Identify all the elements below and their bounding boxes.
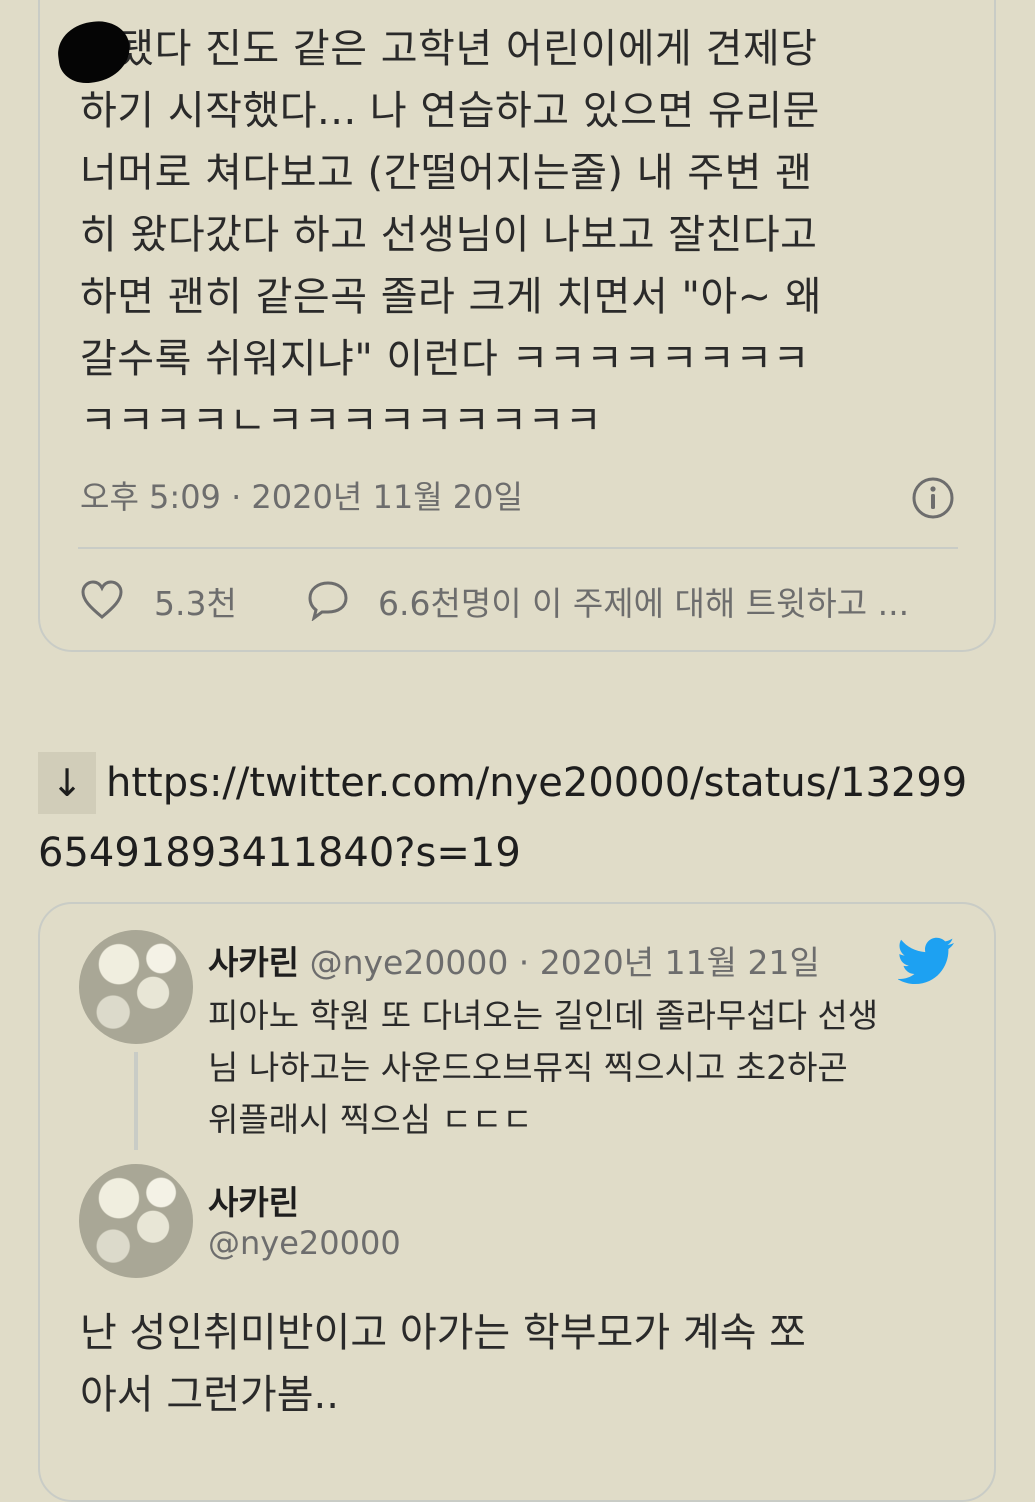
avatar[interactable]: [79, 930, 193, 1044]
divider: [78, 547, 958, 549]
user-name[interactable]: 사카린: [208, 1176, 299, 1224]
tweet-line: 위플래시 찍으심 ㄷㄷㄷ: [208, 1100, 533, 1139]
user-name[interactable]: 사카린: [208, 943, 299, 982]
main-tweet-text: 돼됐다 진도 같은 고학년 어린이에게 견제당 하기 시작했다... 나 연습하…: [80, 18, 960, 452]
avatar[interactable]: [79, 1164, 193, 1278]
tweet-line: 님 나하고는 사운드오브뮤직 찍으시고 초2하곤: [208, 1048, 848, 1087]
tweet-line: 피아노 학원 또 다녀오는 길인데 졸라무섭다 선생: [208, 996, 879, 1035]
link-block: ↓ https://twitter.com/nye20000/status/132…: [38, 752, 1008, 876]
heart-icon[interactable]: [80, 579, 124, 621]
down-arrow-icon: ↓: [38, 752, 96, 814]
tweet-line: 하기 시작했다... 나 연습하고 있으면 유리문: [80, 88, 820, 134]
tweet-line: 갈수록 쉬워지냐" 이런다 ㅋㅋㅋㅋㅋㅋㅋㅋ: [80, 336, 810, 382]
tweet-line: 히 왔다갔다 하고 선생님이 나보고 잘친다고: [80, 212, 818, 258]
tweet-line: 아서 그런가봄..: [80, 1372, 339, 1418]
like-count[interactable]: 5.3천: [154, 577, 237, 625]
tweet-line: 난 성인취미반이고 아가는 학부모가 계속 쪼: [80, 1310, 806, 1356]
tweet-timestamp[interactable]: 오후 5:09 · 2020년 11월 20일: [80, 472, 523, 518]
thread-connector: [134, 1052, 138, 1150]
tweet-actions: 5.3천 6.6천명이 이 주제에 대해 트윗하고 ...: [80, 575, 960, 625]
link-line: ↓ https://twitter.com/nye20000/status/132…: [38, 752, 1008, 814]
reply-summary-link[interactable]: 6.6천명이 이 주제에 대해 트윗하고 ...: [378, 577, 909, 625]
reply-icon[interactable]: [306, 579, 350, 621]
tweet-line: 하면 괜히 같은곡 졸라 크게 치면서 "아~ 왜: [80, 274, 823, 320]
reply-tweet-text: 난 성인취미반이고 아가는 학부모가 계속 쪼 아서 그런가봄..: [80, 1302, 980, 1426]
quoted-tweet-header: 사카린 @nye20000 · 2020년 11월 21일: [208, 936, 820, 984]
quoted-tweet-text: 피아노 학원 또 다녀오는 길인데 졸라무섭다 선생 님 나하고는 사운드오브뮤…: [208, 990, 968, 1146]
tweet-url[interactable]: https://twitter.com/nye20000/status/1329…: [106, 760, 967, 806]
twitter-bird-icon: [898, 937, 954, 984]
tweet-line: ㅋㅋㅋㅋㄴㅋㅋㅋㅋㅋㅋㅋㅋㅋ: [80, 398, 603, 444]
user-handle[interactable]: @nye20000: [208, 1224, 401, 1262]
tweet-url-continued[interactable]: 65491893411840?s=19: [38, 822, 521, 884]
tweet-line: 돼됐다 진도 같은 고학년 어린이에게 견제당: [80, 26, 818, 72]
handle-date: @nye20000 · 2020년 11월 21일: [309, 943, 820, 982]
tweet-line: 너머로 쳐다보고 (간떨어지는줄) 내 주변 괜: [80, 150, 813, 196]
info-icon[interactable]: [911, 476, 955, 520]
